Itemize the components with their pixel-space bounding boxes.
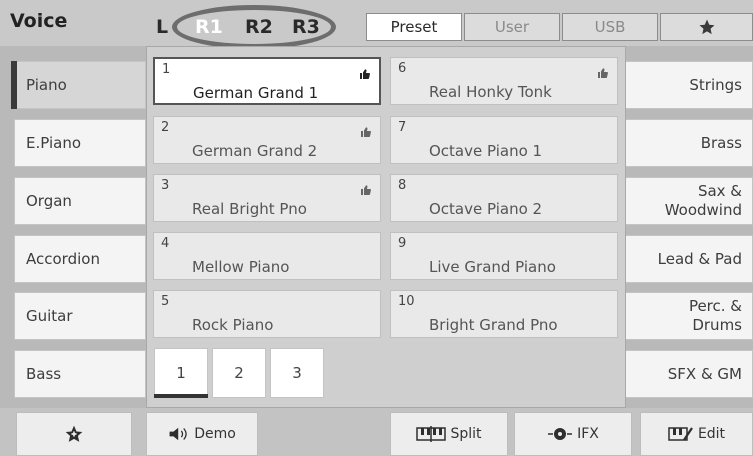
thumbs-up-icon — [597, 64, 609, 79]
tab-usb[interactable]: USB — [562, 13, 658, 41]
voice-item-3[interactable]: 3 Real Bright Pno — [153, 174, 381, 222]
demo-label: Demo — [194, 426, 236, 442]
voice-item-9[interactable]: 9 Live Grand Piano — [390, 232, 618, 280]
demo-button[interactable]: Demo — [146, 412, 258, 456]
voice-item-7[interactable]: 7 Octave Piano 1 — [390, 116, 618, 164]
voice-number: 9 — [398, 236, 407, 251]
ifx-button[interactable]: IFX — [514, 412, 632, 456]
star-icon — [698, 18, 716, 36]
star-add-icon — [64, 424, 84, 444]
voice-name: Mellow Piano — [192, 258, 290, 276]
voice-name: Real Honky Tonk — [429, 83, 552, 101]
voice-item-4[interactable]: 4 Mellow Piano — [153, 232, 381, 280]
category-organ[interactable]: Organ — [14, 177, 146, 225]
split-label: Split — [450, 426, 482, 442]
category-sfx-gm[interactable]: SFX & GM — [625, 350, 753, 398]
voice-item-2[interactable]: 2 German Grand 2 — [153, 116, 381, 164]
category-perc-drums[interactable]: Perc. & Drums — [625, 292, 753, 340]
voice-number: 4 — [161, 236, 170, 251]
category-label: Strings — [689, 75, 742, 94]
voice-name: Octave Piano 1 — [429, 142, 543, 160]
thumbs-up-icon — [359, 65, 371, 80]
voice-number: 7 — [398, 120, 407, 135]
part-highlight-ring — [172, 5, 336, 49]
category-label: Lead & Pad — [657, 249, 742, 268]
category-accordion[interactable]: Accordion — [14, 235, 146, 283]
page-button-1[interactable]: 1 — [154, 348, 208, 398]
category-strings[interactable]: Strings — [625, 61, 753, 109]
page-button-2[interactable]: 2 — [212, 348, 266, 398]
tab-favorites[interactable] — [660, 13, 753, 41]
keyboard-edit-icon — [668, 426, 694, 442]
voice-name: Octave Piano 2 — [429, 200, 543, 218]
category-label: SFX & GM — [667, 364, 742, 383]
selected-category-indicator — [11, 61, 17, 109]
page-button-3[interactable]: 3 — [270, 348, 324, 398]
thumbs-up-icon — [360, 181, 372, 196]
edit-label: Edit — [697, 426, 726, 442]
voice-name: German Grand 1 — [193, 84, 319, 102]
voice-name: Bright Grand Pno — [429, 316, 558, 334]
tab-preset[interactable]: Preset — [366, 13, 462, 41]
voice-name: Rock Piano — [192, 316, 274, 334]
ifx-label: IFX — [577, 426, 599, 442]
keyboard-split-icon — [416, 426, 447, 442]
voice-item-10[interactable]: 10 Bright Grand Pno — [390, 290, 618, 338]
voice-name: Real Bright Pno — [192, 200, 307, 218]
category-label: Perc. & Drums — [688, 297, 742, 334]
split-button[interactable]: Split — [390, 412, 508, 456]
category-lead-pad[interactable]: Lead & Pad — [625, 235, 753, 283]
voice-name: Live Grand Piano — [429, 258, 556, 276]
voice-name: German Grand 2 — [192, 142, 318, 160]
voice-item-1[interactable]: 1 German Grand 1 — [153, 57, 381, 105]
voice-item-6[interactable]: 6 Real Honky Tonk — [390, 57, 618, 105]
category-label: Sax & Woodwind — [664, 182, 742, 219]
thumbs-up-icon — [360, 123, 372, 138]
voice-number: 8 — [398, 178, 407, 193]
category-guitar[interactable]: Guitar — [14, 292, 146, 340]
add-favorite-button[interactable] — [16, 412, 132, 456]
page-title: Voice — [10, 10, 68, 32]
voice-number: 3 — [161, 178, 170, 193]
category-sax-woodwind[interactable]: Sax & Woodwind — [625, 177, 753, 225]
voice-number: 5 — [161, 294, 170, 309]
voice-number: 10 — [398, 294, 415, 309]
voice-item-5[interactable]: 5 Rock Piano — [153, 290, 381, 338]
speaker-icon — [168, 426, 190, 442]
category-label: Brass — [700, 133, 742, 152]
voice-number: 6 — [398, 61, 407, 76]
voice-item-8[interactable]: 8 Octave Piano 2 — [390, 174, 618, 222]
category-epiano[interactable]: E.Piano — [14, 119, 146, 167]
voice-number: 2 — [161, 120, 170, 135]
category-brass[interactable]: Brass — [625, 119, 753, 167]
edit-button[interactable]: Edit — [640, 412, 753, 456]
category-bass[interactable]: Bass — [14, 350, 146, 398]
current-page-indicator — [154, 394, 208, 398]
tab-user[interactable]: User — [464, 13, 560, 41]
category-piano[interactable]: Piano — [14, 61, 146, 109]
voice-number: 1 — [162, 62, 171, 77]
part-l-button[interactable]: L — [156, 16, 168, 38]
effect-knob-icon — [547, 425, 573, 443]
